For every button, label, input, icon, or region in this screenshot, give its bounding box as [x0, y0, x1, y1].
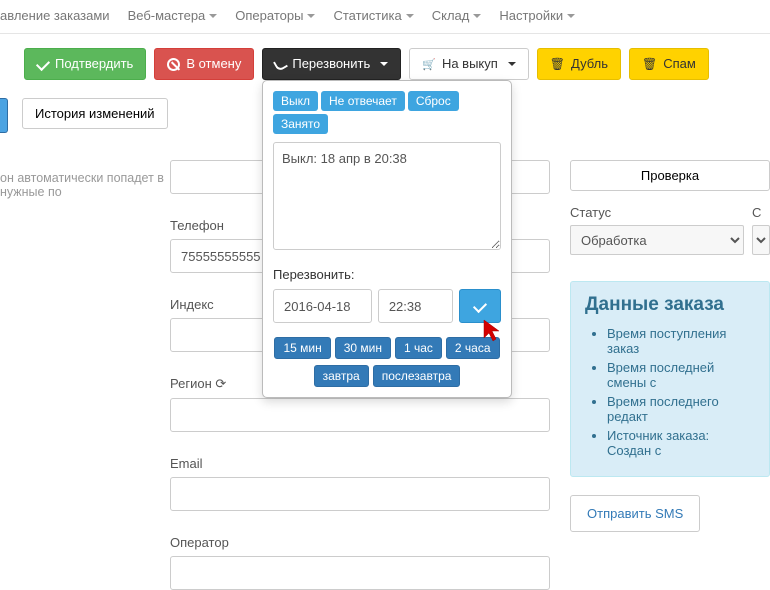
status-select[interactable]: Обработка — [570, 225, 744, 255]
tag-busy[interactable]: Занято — [273, 114, 328, 134]
nav-divider — [0, 33, 770, 34]
buyout-dropdown-button[interactable]: На выкуп — [409, 48, 529, 80]
check-button[interactable]: Проверка — [570, 160, 770, 191]
recall-confirm-button[interactable] — [459, 289, 501, 323]
quick-1h[interactable]: 1 час — [395, 337, 442, 359]
send-sms-button[interactable]: Отправить SMS — [570, 495, 700, 532]
duplicate-button[interactable]: Дубль — [537, 48, 621, 80]
top-nav: авление заказами Веб-мастера Операторы С… — [0, 0, 770, 33]
history-button[interactable]: История изменений — [22, 98, 168, 129]
nav-item-settings[interactable]: Настройки — [499, 8, 575, 23]
extra-select[interactable] — [752, 225, 770, 255]
panel-item: Источник заказа: Создан с — [607, 428, 755, 458]
right-column: Проверка Статус Обработка С Данные заказ… — [570, 98, 770, 590]
panel-title: Данные заказа — [585, 294, 755, 316]
panel-item: Время поступления заказ — [607, 326, 755, 356]
region-input[interactable] — [170, 398, 550, 432]
quick-30min[interactable]: 30 мин — [335, 337, 391, 359]
check-icon — [36, 57, 50, 71]
operator-label: Оператор — [170, 535, 304, 550]
recall-note[interactable] — [273, 142, 501, 250]
panel-item: Время последнего редакт — [607, 394, 755, 424]
status-label: Статус — [570, 205, 744, 220]
trash-icon — [642, 55, 657, 73]
quick-15min[interactable]: 15 мин — [274, 337, 330, 359]
chevron-down-icon — [209, 14, 217, 18]
extra-label: С — [752, 205, 770, 220]
quick-dayafter[interactable]: послезавтра — [373, 365, 461, 387]
cancel-button[interactable]: В отмену — [154, 48, 254, 80]
confirm-button[interactable]: Подтвердить — [24, 48, 146, 80]
tag-off[interactable]: Выкл — [273, 91, 318, 111]
phone-icon — [273, 57, 288, 72]
refresh-icon[interactable] — [215, 376, 226, 391]
chevron-down-icon — [307, 14, 315, 18]
left-column: История изменений он автоматически попад… — [0, 98, 170, 590]
recall-label: Перезвонить: — [273, 267, 501, 282]
quick-tomorrow[interactable]: завтра — [314, 365, 369, 387]
chevron-down-icon — [473, 14, 481, 18]
spam-button[interactable]: Спам — [629, 48, 709, 80]
tag-noanswer[interactable]: Не отвечает — [321, 91, 405, 111]
operator-input[interactable] — [170, 556, 550, 590]
trash-icon — [550, 55, 565, 73]
chevron-down-icon — [406, 14, 414, 18]
cancel-icon — [167, 58, 180, 71]
panel-item: Время последней смены с — [607, 360, 755, 390]
cart-icon — [422, 55, 436, 73]
nav-item-webmasters[interactable]: Веб-мастера — [128, 8, 218, 23]
check-icon — [473, 299, 487, 313]
nav-item-operators[interactable]: Операторы — [235, 8, 315, 23]
active-tab-stub[interactable] — [0, 98, 8, 133]
email-label: Email — [170, 456, 304, 471]
nav-item-orders[interactable]: авление заказами — [0, 8, 110, 23]
chevron-down-icon — [380, 62, 388, 66]
chevron-down-icon — [567, 14, 575, 18]
quick-2h[interactable]: 2 часа — [446, 337, 500, 359]
nav-item-stats[interactable]: Статистика — [333, 8, 413, 23]
chevron-down-icon — [508, 62, 516, 66]
nav-item-stock[interactable]: Склад — [432, 8, 482, 23]
recall-date-input[interactable] — [273, 289, 372, 323]
recall-dropdown-button[interactable]: Перезвонить — [262, 48, 401, 80]
tag-drop[interactable]: Сброс — [408, 91, 459, 111]
recall-popover: Выкл Не отвечает Сброс Занято Перезвонит… — [262, 80, 512, 398]
helper-text: он автоматически попадет в нужные по — [0, 171, 170, 199]
order-info-panel: Данные заказа Время поступления заказ Вр… — [570, 281, 770, 477]
recall-time-input[interactable] — [378, 289, 453, 323]
email-input[interactable] — [170, 477, 550, 511]
